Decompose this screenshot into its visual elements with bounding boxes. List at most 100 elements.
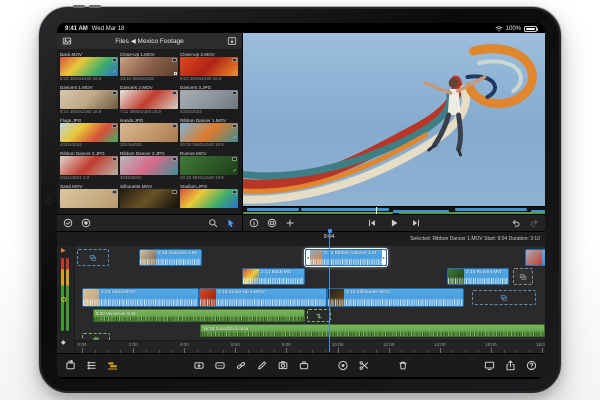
clip-video[interactable] [525, 249, 545, 266]
help-icon[interactable] [526, 360, 537, 371]
media-grid: Back.MOV ✓ 8:33 3840x2160 16:9 Close-Up 1.M… [57, 49, 242, 214]
media-type-icon [112, 91, 117, 95]
plus-icon[interactable] [285, 218, 295, 228]
record-icon[interactable] [81, 218, 91, 228]
ruler-label: 6:00 [230, 342, 240, 347]
clip-waveform [448, 276, 508, 284]
toolbox-icon[interactable] [299, 360, 310, 371]
media-item-ribbon-dancer-3-jpg[interactable]: Ribbon Dancer 3.JPG 4032x3024 [120, 150, 178, 181]
media-item-flags-jpg[interactable]: Flags.JPG 4032x3024 [60, 117, 118, 148]
media-item-meta: 9:14 3840x2160 16:9 [60, 109, 102, 114]
clip-soundtrack-m4a[interactable]: 16:28 Soundtrack.m4a [200, 324, 545, 337]
tracks-icon[interactable] [86, 360, 97, 371]
clip-dancers-1-m[interactable]: 2:16 Dancers 1.M [139, 249, 202, 266]
media-item-back-mov[interactable]: Back.MOV ✓ 8:33 3840x2160 16:9 [60, 51, 118, 82]
media-item-ribbon-dancer-2-jpg[interactable]: Ribbon Dancer 2.JPG 4032x3024 4:3 [60, 150, 118, 181]
clip-rotate-icon[interactable] [65, 360, 76, 371]
media-item-close-up-2-mov[interactable]: Close-Up 2.MOV ✓ 9:03 3840x2160 16:9 [180, 51, 238, 82]
media-item-dancers-1-mov[interactable]: Dancers 1.MOV ✓ 9:14 3840x2160 16:9 [60, 84, 118, 115]
clip-label: 3:10 Ribbon Dancer 1.M [324, 251, 376, 256]
clip-back-mo[interactable]: 2:14 Back.MO [242, 268, 305, 285]
clip-close-up-2-mov[interactable]: 2:15 Close-Up 2.MOV [199, 288, 327, 307]
media-item-stadium-jpg[interactable]: Stadium.JPG [180, 183, 238, 214]
layers-icon[interactable] [107, 360, 118, 371]
keyframe-icon[interactable]: ◆ [61, 340, 66, 346]
volume-up-button[interactable] [73, 5, 85, 8]
pencil-icon[interactable] [257, 360, 268, 371]
volume-down-button[interactable] [89, 5, 101, 8]
timeline-tracks[interactable]: 2:16 Dancers 1.M 3:10 Ribbon Dancer 1.M ◂ ▸… [75, 246, 545, 353]
clip-sand-mov[interactable]: 4:23 Sand.MOV [82, 288, 199, 307]
video-preview[interactable] [243, 33, 545, 206]
snapshot-icon[interactable] [278, 360, 289, 371]
media-item-sand-mov[interactable]: Sand.MOV [60, 183, 118, 214]
search-icon[interactable] [208, 218, 218, 228]
media-item-hands-jpg[interactable]: Hands.JPG 3024x4032 [120, 117, 178, 148]
media-type-icon [172, 91, 177, 95]
add-marker-icon[interactable] [338, 360, 349, 371]
timeline-header[interactable]: 9:04 Selected: Ribbon Dancer 1.MOV Start… [57, 231, 545, 246]
display-icon[interactable] [484, 360, 495, 371]
clip-voiceover-m4a[interactable]: 8:20 Voiceover.m4a [93, 309, 305, 322]
info-icon[interactable] [249, 218, 259, 228]
library-breadcrumb[interactable]: Files ◀ Mexico Footage [76, 37, 223, 45]
share-icon[interactable] [505, 360, 516, 371]
playhead[interactable] [327, 229, 333, 352]
media-item-dancers-2-mov[interactable]: Dancers 2.MOV ✓ 7:11 3840x2160 16:9 [120, 84, 178, 115]
poster-icon[interactable] [267, 218, 277, 228]
clip-label: 4:23 Sand.MOV [101, 290, 136, 295]
status-bar: 9:41 AM Wed Mar 18 100% [57, 23, 545, 33]
clip-ribbon-dancer-1-m[interactable]: 3:10 Ribbon Dancer 1.M◂▸▶ [305, 249, 387, 266]
clip-dashed-audio[interactable] [307, 309, 331, 322]
media-item-name: Dancers 3.JPG [180, 84, 212, 90]
trash-icon[interactable] [398, 360, 409, 371]
link-icon[interactable] [236, 360, 247, 371]
clip-silhouette-mov[interactable]: 4:12 Silhouette.MOV [327, 288, 464, 307]
clip-waveform [306, 257, 386, 265]
timeline-ruler[interactable]: 0:00 2:00 4:00 6:00 8:00 10:00 12:00 14:00 16:00… [75, 340, 545, 353]
undo-icon[interactable] [511, 218, 521, 228]
import-icon[interactable] [227, 36, 237, 46]
media-item-dancers-3-jpg[interactable]: Dancers 3.JPG 4032x3024 [180, 84, 238, 115]
media-item-silhouette-mov[interactable]: Silhouette.MOV [120, 183, 178, 214]
skip-back-icon[interactable] [367, 218, 377, 228]
insert-icon[interactable] [215, 360, 226, 371]
trim-handle-left[interactable]: ◂ [306, 250, 310, 265]
media-type-icon [232, 190, 237, 194]
media-thumbnail: ✓ [60, 57, 118, 76]
media-item-meta: 7:11 3840x2160 16:9 [120, 109, 161, 114]
split-icon[interactable] [359, 360, 370, 371]
media-type-icon [172, 58, 177, 62]
ipad-device: 9:41 AM Wed Mar 18 100% Files ◀ Mexico F… [38, 5, 562, 394]
clip-runner-mo[interactable]: 2:16 Runner.MO [447, 268, 509, 285]
media-item-meta: 20:15 3840x2160 16:9 [180, 175, 224, 180]
media-item-meta: 4032x3024 [120, 175, 142, 180]
ruler-label: 4:00 [179, 342, 189, 347]
clip-dashed-video[interactable] [77, 249, 109, 266]
media-item-ribbon-dancer-1-mov[interactable]: Ribbon Dancer 1.MOV ✓ 20:03 3840x2160 16:9 [180, 117, 238, 148]
media-library-panel: Files ◀ Mexico Footage Back.MOV ✓ 8:33 384… [57, 33, 243, 231]
clip-ghost[interactable] [513, 268, 533, 285]
media-item-close-up-1-mov[interactable]: Close-Up 1.MOV 18:16 3840x2160 [120, 51, 178, 82]
media-thumbnail [180, 90, 238, 109]
media-item-name: Close-Up 2.MOV [180, 51, 215, 57]
scrubber-playhead[interactable] [376, 207, 378, 214]
skip-fwd-icon[interactable] [411, 218, 421, 228]
check-circle-icon[interactable] [63, 218, 73, 228]
play-icon[interactable] [389, 218, 399, 228]
app-screen: 9:41 AM Wed Mar 18 100% Files ◀ Mexico F… [57, 23, 545, 379]
media-item-name: Ribbon Dancer 2.JPG [60, 150, 105, 156]
pointer-icon[interactable] [226, 218, 236, 228]
media-item-runner-mov[interactable]: Runner.MOV ✓ 20:15 3840x2160 16:9 [180, 150, 238, 181]
front-camera [47, 199, 51, 203]
media-thumbnail [120, 57, 178, 76]
media-type-icon [112, 190, 117, 194]
photos-icon[interactable] [62, 36, 72, 46]
trim-handle-right[interactable]: ▸ [382, 250, 386, 265]
overwrite-icon[interactable] [194, 360, 205, 371]
clip-dashed-video[interactable] [472, 290, 536, 305]
ruler-label: 18:00 [536, 342, 545, 347]
redo-icon[interactable] [529, 218, 539, 228]
library-header: Files ◀ Mexico Footage [57, 33, 242, 49]
preview-scrubber[interactable] [243, 206, 545, 215]
